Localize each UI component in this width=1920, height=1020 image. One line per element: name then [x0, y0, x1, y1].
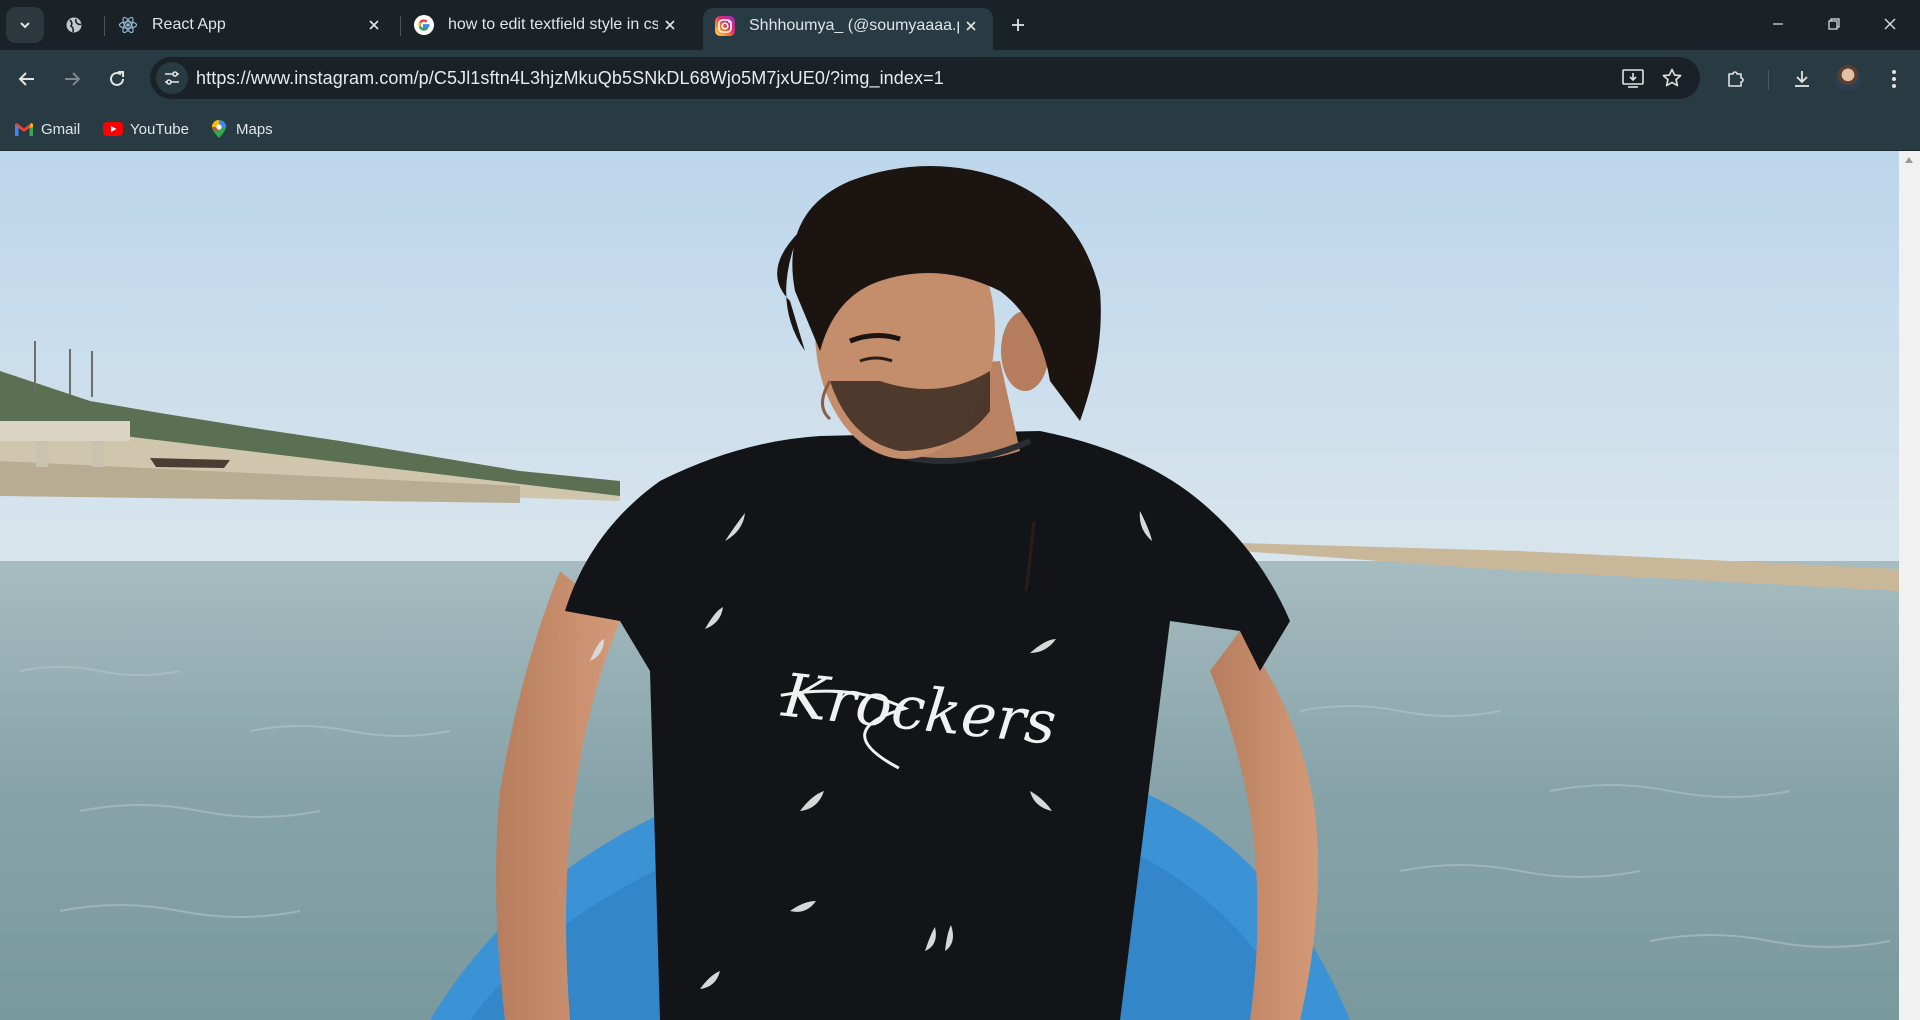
- close-icon[interactable]: [362, 13, 386, 37]
- tab-title: how to edit textfield style in css: [448, 16, 658, 33]
- minimize-icon: [1773, 23, 1783, 25]
- install-icon: [1622, 69, 1644, 88]
- minimize-button[interactable]: [1750, 0, 1806, 48]
- site-info-button[interactable]: [156, 62, 188, 94]
- tab-title: Shhhoumya_ (@soumyaaaa.p): [749, 17, 959, 34]
- star-icon: [1662, 68, 1682, 87]
- new-tab-button[interactable]: [1003, 10, 1033, 40]
- maps-icon: [209, 120, 229, 138]
- address-bar[interactable]: https://www.instagram.com/p/C5Jl1sftn4L3…: [150, 57, 1700, 99]
- forward-button[interactable]: [54, 61, 90, 97]
- bookmark-star-button[interactable]: [1659, 65, 1685, 91]
- globe-icon: [66, 17, 82, 33]
- reload-button[interactable]: [99, 61, 135, 97]
- install-app-button[interactable]: [1620, 65, 1646, 91]
- tab-strip: React App how to edit textfield style in…: [0, 0, 1920, 50]
- tab-group-button[interactable]: [58, 9, 90, 41]
- chrome-menu-button[interactable]: [1878, 63, 1910, 95]
- bookmarks-bar: Gmail YouTube Maps: [0, 108, 1920, 150]
- arrow-right-icon: [65, 72, 81, 86]
- react-icon: [118, 15, 138, 35]
- tab-google-search[interactable]: how to edit textfield style in css: [402, 8, 692, 42]
- bookmark-gmail[interactable]: Gmail: [14, 116, 80, 142]
- restore-button[interactable]: [1806, 0, 1862, 48]
- page-scrollbar[interactable]: [1899, 151, 1920, 1020]
- tab-react-app[interactable]: React App: [106, 8, 396, 42]
- more-vertical-icon: [1892, 70, 1896, 88]
- toolbar-separator: [1768, 70, 1769, 90]
- tab-search-button[interactable]: [6, 7, 44, 43]
- tab-title: React App: [152, 16, 226, 33]
- close-icon[interactable]: [658, 13, 682, 37]
- bookmark-youtube[interactable]: YouTube: [103, 116, 189, 142]
- bookmark-label: Gmail: [41, 120, 81, 138]
- chevron-down-icon: [20, 22, 30, 29]
- bookmark-label: YouTube: [130, 120, 189, 138]
- browser-toolbar: https://www.instagram.com/p/C5Jl1sftn4L3…: [0, 50, 1920, 108]
- url-text[interactable]: https://www.instagram.com/p/C5Jl1sftn4L3…: [196, 68, 944, 89]
- tune-icon: [165, 71, 179, 85]
- reload-icon: [110, 71, 124, 86]
- gmail-icon: [14, 121, 34, 137]
- close-icon: [1884, 18, 1896, 30]
- post-image[interactable]: Krockers: [0, 151, 1899, 1020]
- close-icon[interactable]: [959, 14, 983, 38]
- youtube-icon: [103, 121, 123, 137]
- downloads-button[interactable]: [1786, 63, 1818, 95]
- puzzle-icon: [1728, 71, 1744, 87]
- tab-separator: [400, 16, 401, 36]
- beach-boat-photo: Krockers: [0, 151, 1899, 1020]
- instagram-icon: [715, 16, 735, 36]
- plus-icon: [1012, 19, 1024, 31]
- download-icon: [1795, 71, 1809, 87]
- extensions-button[interactable]: [1720, 63, 1752, 95]
- back-button[interactable]: [9, 61, 45, 97]
- bookmark-label: Maps: [236, 120, 273, 138]
- close-window-button[interactable]: [1862, 0, 1918, 48]
- restore-icon: [1828, 18, 1840, 30]
- profile-avatar[interactable]: [1835, 65, 1861, 91]
- bookmark-maps[interactable]: Maps: [209, 116, 273, 142]
- scroll-up-arrow-icon[interactable]: [1905, 157, 1913, 163]
- tab-separator: [104, 16, 105, 36]
- google-icon: [414, 15, 434, 35]
- tab-instagram-post[interactable]: Shhhoumya_ (@soumyaaaa.p): [703, 8, 993, 50]
- arrow-left-icon: [18, 72, 34, 86]
